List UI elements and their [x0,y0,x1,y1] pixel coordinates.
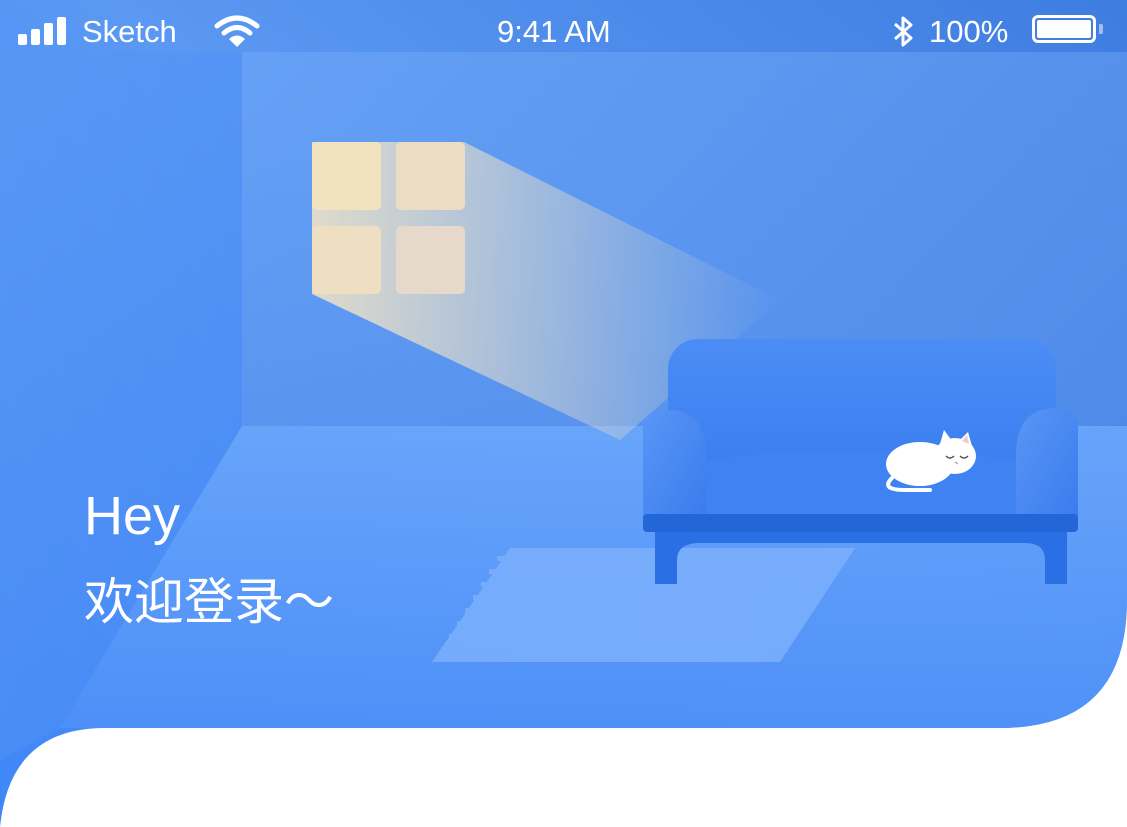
greeting-block: Hey 欢迎登录～ [84,484,334,634]
greeting-title: Hey [84,486,181,546]
battery-icon [1032,15,1096,43]
sofa [643,339,1078,584]
status-bar: Sketch 9:41 AM 100% [0,0,1127,64]
window-pane [312,142,381,210]
signal-icon [18,17,66,45]
window-pane [396,226,465,294]
clock-time: 9:41 AM [497,14,611,49]
login-screen: Sketch 9:41 AM 100% Hey 欢迎登录～ [0,0,1127,827]
battery-level-fill [1037,20,1091,38]
bluetooth-icon [894,16,913,47]
window-pane [396,142,465,210]
wifi-icon [214,15,260,47]
header-illustration [0,0,1127,827]
carrier-label: Sketch [82,14,177,49]
window-pane [312,226,381,294]
battery-percentage: 100% [929,14,1009,49]
welcome-subtitle: 欢迎登录～ [84,573,334,631]
battery-cap [1099,24,1103,34]
